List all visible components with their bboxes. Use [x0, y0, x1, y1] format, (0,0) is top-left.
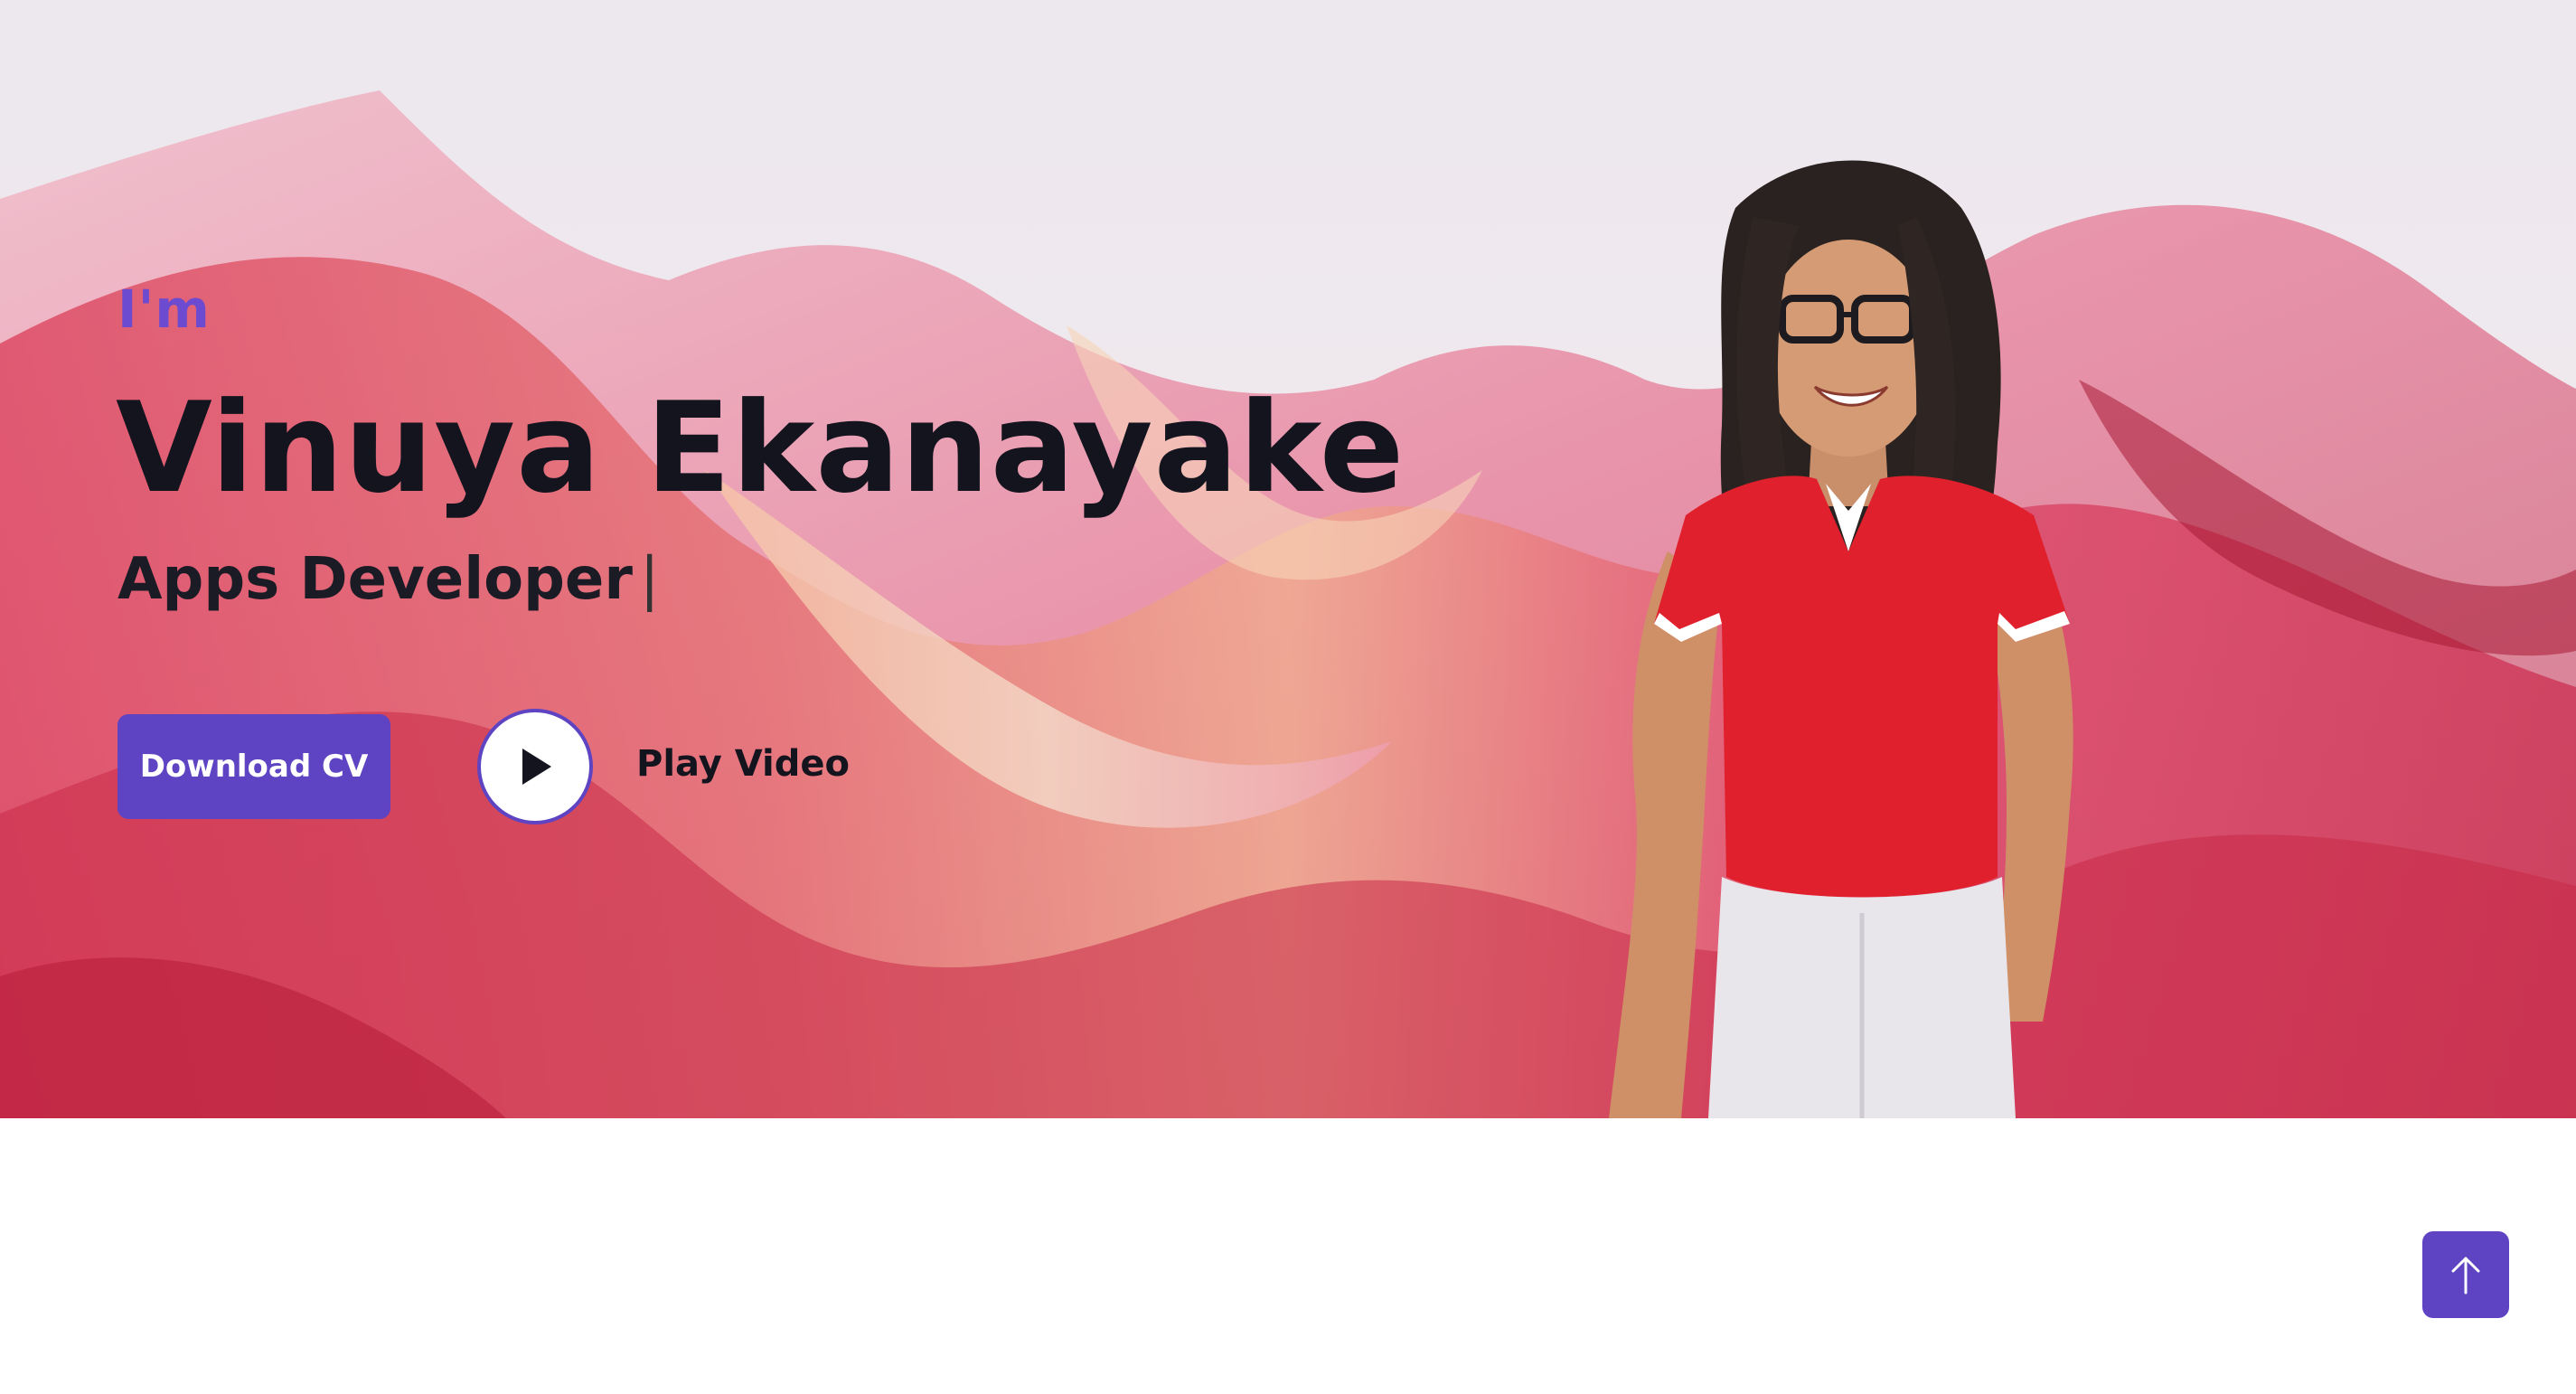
play-video-button[interactable]: [477, 709, 593, 824]
typing-cursor: |: [639, 546, 660, 613]
intro-text: I'm: [118, 278, 211, 340]
play-video-label[interactable]: Play Video: [636, 743, 850, 785]
profile-photo: [1609, 160, 2073, 1118]
play-icon: [522, 749, 551, 785]
role-text: Apps Developer: [118, 546, 633, 613]
hero-name: Vinuya Ekanayake: [116, 375, 1406, 521]
hero-role: Apps Developer |: [118, 546, 659, 613]
arrow-up-icon: [2451, 1257, 2480, 1295]
download-cv-button[interactable]: Download CV: [118, 714, 390, 819]
hero-section: I'm Vinuya Ekanayake Apps Developer | Dow…: [0, 0, 2576, 1118]
scroll-to-top-button[interactable]: [2422, 1231, 2509, 1318]
